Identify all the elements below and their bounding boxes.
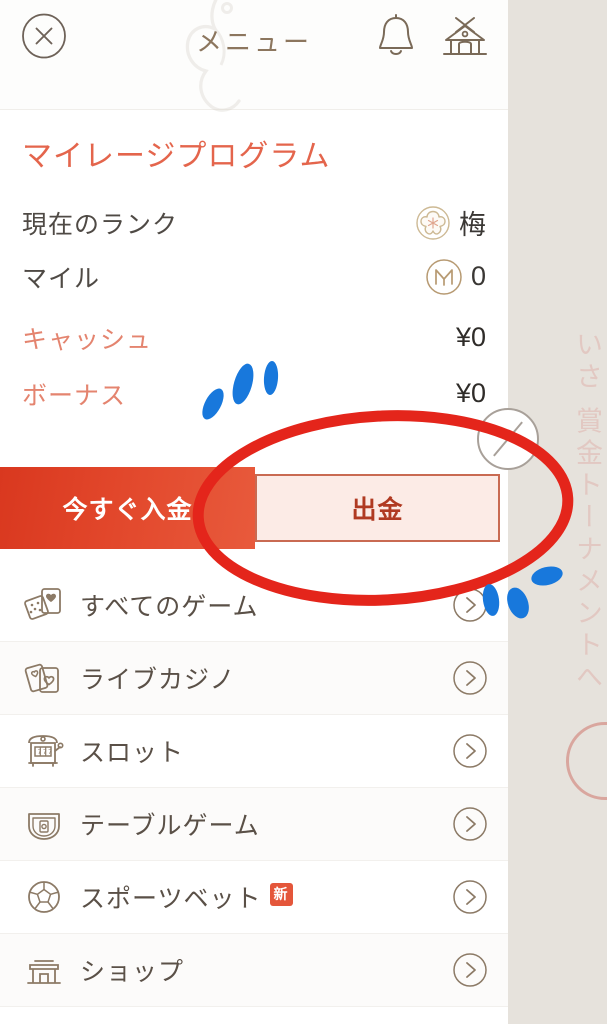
bonus-label: ボーナス: [22, 381, 127, 410]
miles-value: 0: [470, 261, 486, 291]
cash-label: キャッシュ: [22, 325, 153, 354]
chevron-right-icon[interactable]: [452, 806, 488, 842]
chevron-right-icon[interactable]: [452, 733, 488, 769]
svg-text:7: 7: [43, 749, 47, 756]
balance-row-cash: キャッシュ ¥0: [22, 310, 486, 366]
balance-row-bonus: ボーナス ¥0: [22, 366, 486, 422]
miles-value-group: 0: [425, 258, 486, 296]
mileage-program-section: マイレージプログラム 現在のランク 梅 マイル 0: [0, 110, 508, 304]
nav-item-label: スポーツベット新: [80, 879, 452, 915]
slash-icon: [493, 421, 523, 457]
chevron-right-icon[interactable]: [452, 952, 488, 988]
cash-value: ¥0: [455, 322, 486, 352]
current-rank-row: 現在のランク 梅: [22, 196, 486, 250]
bonus-info-toggle[interactable]: [477, 408, 539, 470]
chevron-right-icon[interactable]: [452, 660, 488, 696]
nav-item-all-games[interactable]: すべてのゲーム: [0, 569, 508, 642]
nav-label-text: スポーツベット: [80, 885, 262, 913]
svg-text:7: 7: [48, 749, 52, 756]
nav-item-slots[interactable]: 7 7 7 スロット: [0, 715, 508, 788]
balances-section: キャッシュ ¥0 ボーナス ¥0: [0, 304, 508, 422]
nav-item-sports-bet[interactable]: スポーツベット新: [0, 861, 508, 934]
nav-item-live-casino[interactable]: ライブカジノ: [0, 642, 508, 715]
nav-label-text: すべてのゲーム: [80, 593, 259, 621]
chevron-right-icon[interactable]: [452, 879, 488, 915]
slot-machine-icon: 7 7 7: [22, 729, 66, 773]
soccer-ball-icon: [22, 875, 66, 919]
nav-item-table-games[interactable]: テーブルゲーム: [0, 788, 508, 861]
background-pill-shape: [566, 722, 607, 800]
nav-label-text: スロット: [80, 739, 185, 767]
notifications-button[interactable]: [374, 12, 418, 60]
bonus-value: ¥0: [455, 378, 486, 408]
balance-actions: 今すぐ入金 出金: [0, 467, 508, 549]
table-game-shield-icon: [22, 802, 66, 846]
miles-label: マイル: [22, 264, 101, 293]
nav-item-shop[interactable]: ショップ: [0, 934, 508, 1007]
drawer-header: メニュー: [0, 0, 508, 112]
home-button[interactable]: [440, 10, 490, 62]
background-vertical-text: いさ 賞金トーナメントへ: [572, 330, 602, 695]
nav-item-label: すべてのゲーム: [80, 587, 452, 623]
page-title: メニュー: [195, 27, 312, 57]
bell-icon: [379, 14, 413, 55]
svg-text:7: 7: [38, 749, 42, 756]
deposit-now-button[interactable]: 今すぐ入金: [0, 467, 255, 549]
withdraw-button[interactable]: 出金: [255, 474, 500, 542]
current-rank-label: 現在のランク: [22, 210, 179, 239]
nav-item-label: テーブルゲーム: [80, 806, 452, 842]
plum-blossom-icon: [416, 205, 450, 240]
nav-item-label: ライブカジノ: [80, 660, 452, 696]
nav-label-text: ライブカジノ: [80, 666, 236, 694]
header-watermark-illustration: [185, 0, 241, 112]
mileage-program-title: マイレージプログラム: [22, 140, 331, 173]
menu-drawer: メニュー マイレージプログラム 現在のランク 梅 マイル 0 キャッシュ ¥0 …: [0, 0, 508, 1024]
miles-row: マイル 0: [22, 250, 486, 304]
nav-label-text: ショップ: [80, 958, 185, 986]
playing-cards-icon: [22, 656, 66, 700]
dice-cards-icon: [22, 583, 66, 627]
current-rank-value: 梅: [459, 210, 486, 240]
shop-store-icon: [22, 948, 66, 992]
nav-item-label: スロット: [80, 733, 452, 769]
new-badge: 新: [269, 883, 293, 906]
nav-label-text: テーブルゲーム: [80, 812, 260, 840]
current-rank-value-group: 梅: [415, 203, 486, 242]
chevron-right-icon[interactable]: [452, 587, 488, 623]
shrine-home-icon: [443, 17, 487, 55]
nav-item-label: ショップ: [80, 952, 452, 988]
navigation-list: すべてのゲーム ライブカジノ 7 7 7 スロット テーブルゲーム スポーツベッ…: [0, 569, 508, 1007]
mile-m-icon: [426, 258, 462, 295]
